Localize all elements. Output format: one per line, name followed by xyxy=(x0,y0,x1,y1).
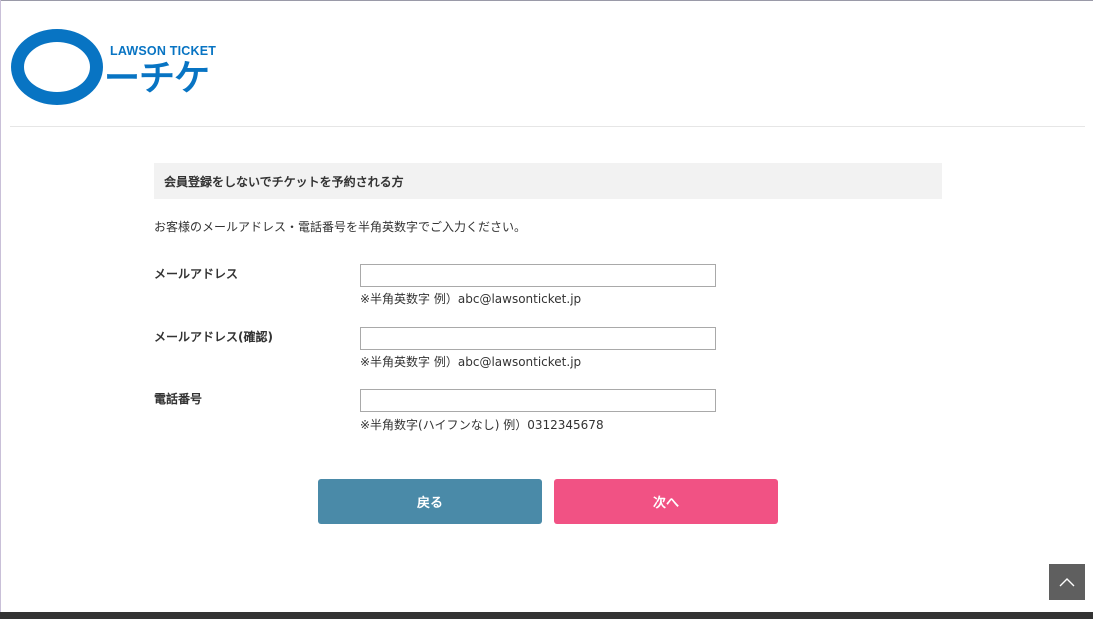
footer-bar xyxy=(0,612,1093,619)
page-top-button[interactable] xyxy=(1049,564,1085,600)
next-button[interactable]: 次へ xyxy=(554,479,778,524)
window-left-border xyxy=(0,0,1,619)
email-label: メールアドレス xyxy=(154,267,239,281)
logo-subtext: LAWSON TICKET xyxy=(110,44,217,58)
email-field[interactable] xyxy=(360,264,716,287)
section-heading-text: 会員登録をしないでチケットを予約される方 xyxy=(164,175,404,189)
email-hint: ※半角英数字 例）abc@lawsonticket.jp xyxy=(360,292,582,306)
phone-label: 電話番号 xyxy=(154,392,203,406)
logo-text: ーチケ xyxy=(104,58,210,99)
email-confirm-label: メールアドレス(確認) xyxy=(154,330,273,344)
logo-ring-icon xyxy=(11,29,103,105)
phone-hint: ※半角数字(ハイフンなし) 例）0312345678 xyxy=(360,418,604,432)
back-button[interactable]: 戻る xyxy=(318,479,542,524)
site-logo[interactable]: LAWSON TICKET ーチケ xyxy=(10,27,220,111)
chevron-up-icon xyxy=(1059,578,1075,587)
section-heading: 会員登録をしないでチケットを予約される方 xyxy=(154,163,942,199)
form-instruction: お客様のメールアドレス・電話番号を半角英数字でご入力ください。 xyxy=(154,220,527,234)
phone-field[interactable] xyxy=(360,389,716,412)
email-confirm-field[interactable] xyxy=(360,327,716,350)
email-confirm-hint: ※半角英数字 例）abc@lawsonticket.jp xyxy=(360,355,582,369)
